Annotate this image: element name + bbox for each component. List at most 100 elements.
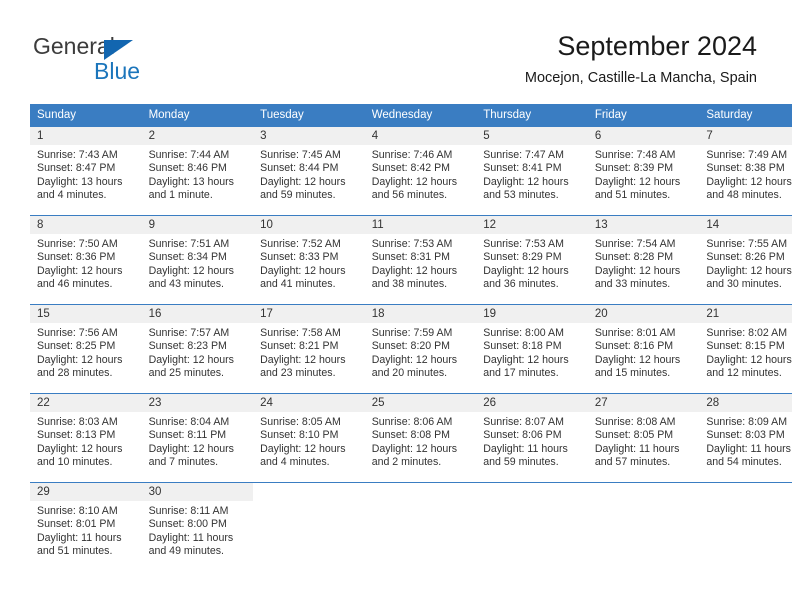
daylight-text-line2: and 59 minutes. bbox=[483, 456, 559, 469]
sunset-text: Sunset: 8:08 PM bbox=[371, 429, 451, 442]
calendar-day-cell[interactable]: 7 Sunrise: 7:49 AM Sunset: 8:38 PM Dayli… bbox=[699, 126, 792, 215]
sunrise-text: Sunrise: 7:57 AM bbox=[148, 327, 230, 339]
calendar-day-cell[interactable]: 15 Sunrise: 7:56 AM Sunset: 8:25 PM Dayl… bbox=[30, 304, 142, 393]
day-details: Sunrise: 7:46 AM Sunset: 8:42 PM Dayligh… bbox=[365, 145, 477, 203]
daylight-text-line2: and 41 minutes. bbox=[260, 278, 336, 291]
sunset-text: Sunset: 8:06 PM bbox=[483, 429, 562, 442]
daylight-text-line1: Daylight: 13 hours bbox=[37, 175, 123, 188]
daylight-text-line2: and 51 minutes. bbox=[37, 545, 113, 558]
daylight-text-line2: and 28 minutes. bbox=[37, 367, 113, 380]
calendar-day-cell[interactable]: 3 Sunrise: 7:45 AM Sunset: 8:44 PM Dayli… bbox=[253, 126, 365, 215]
day-number: 30 bbox=[141, 483, 254, 501]
calendar-day-cell[interactable]: 23 Sunrise: 8:04 AM Sunset: 8:11 PM Dayl… bbox=[141, 393, 254, 482]
daylight-text-line1: Daylight: 12 hours bbox=[37, 353, 123, 366]
sunrise-text: Sunrise: 7:48 AM bbox=[594, 149, 676, 161]
sunset-text: Sunset: 8:38 PM bbox=[706, 162, 785, 175]
sunset-text: Sunset: 8:44 PM bbox=[260, 162, 339, 175]
daylight-text-line2: and 17 minutes. bbox=[483, 367, 559, 380]
daylight-text-line2: and 57 minutes. bbox=[594, 456, 671, 469]
sunrise-text: Sunrise: 8:10 AM bbox=[37, 505, 118, 517]
calendar-day-cell[interactable]: 18 Sunrise: 7:59 AM Sunset: 8:20 PM Dayl… bbox=[364, 304, 477, 393]
sunset-text: Sunset: 8:42 PM bbox=[371, 162, 451, 175]
page-subtitle: Mocejon, Castille-La Mancha, Spain bbox=[524, 70, 757, 86]
calendar-day-cell[interactable]: 14 Sunrise: 7:55 AM Sunset: 8:26 PM Dayl… bbox=[699, 215, 792, 304]
daylight-text-line2: and 15 minutes. bbox=[594, 367, 671, 380]
calendar-empty-cell bbox=[253, 482, 365, 571]
daylight-text-line1: Daylight: 12 hours bbox=[371, 353, 458, 366]
sunset-text: Sunset: 8:26 PM bbox=[706, 251, 785, 264]
calendar-day-cell[interactable]: 8 Sunrise: 7:50 AM Sunset: 8:36 PM Dayli… bbox=[30, 215, 142, 304]
calendar-day-cell[interactable]: 16 Sunrise: 7:57 AM Sunset: 8:23 PM Dayl… bbox=[141, 304, 254, 393]
sunrise-text: Sunrise: 8:01 AM bbox=[594, 327, 676, 339]
calendar-day-cell[interactable]: 1 Sunrise: 7:43 AM Sunset: 8:47 PM Dayli… bbox=[30, 126, 142, 215]
calendar-day-cell[interactable]: 17 Sunrise: 7:58 AM Sunset: 8:21 PM Dayl… bbox=[253, 304, 365, 393]
day-number: 24 bbox=[253, 394, 365, 412]
day-number bbox=[587, 483, 700, 501]
day-details: Sunrise: 8:01 AM Sunset: 8:16 PM Dayligh… bbox=[588, 323, 700, 381]
title-block: September 2024 Mocejon, Castille-La Manc… bbox=[525, 30, 757, 87]
calendar-day-cell[interactable]: 25 Sunrise: 8:06 AM Sunset: 8:08 PM Dayl… bbox=[364, 393, 477, 482]
day-number: 4 bbox=[364, 127, 477, 145]
calendar-day-cell[interactable]: 2 Sunrise: 7:44 AM Sunset: 8:46 PM Dayli… bbox=[141, 126, 254, 215]
calendar-day-cell[interactable]: 9 Sunrise: 7:51 AM Sunset: 8:34 PM Dayli… bbox=[141, 215, 254, 304]
day-details: Sunrise: 8:04 AM Sunset: 8:11 PM Dayligh… bbox=[142, 412, 254, 470]
sunrise-text: Sunrise: 7:55 AM bbox=[706, 238, 788, 250]
calendar-day-cell[interactable]: 10 Sunrise: 7:52 AM Sunset: 8:33 PM Dayl… bbox=[253, 215, 365, 304]
calendar-week-row: 15 Sunrise: 7:56 AM Sunset: 8:25 PM Dayl… bbox=[30, 304, 792, 393]
day-details: Sunrise: 8:05 AM Sunset: 8:10 PM Dayligh… bbox=[253, 412, 365, 470]
calendar-day-cell[interactable]: 5 Sunrise: 7:47 AM Sunset: 8:41 PM Dayli… bbox=[476, 126, 588, 215]
calendar-day-cell[interactable]: 19 Sunrise: 8:00 AM Sunset: 8:18 PM Dayl… bbox=[476, 304, 588, 393]
sunrise-text: Sunrise: 7:53 AM bbox=[371, 238, 453, 250]
calendar-day-cell[interactable]: 24 Sunrise: 8:05 AM Sunset: 8:10 PM Dayl… bbox=[253, 393, 365, 482]
sunrise-sunset-calendar: Sunday Monday Tuesday Wednesday Thursday… bbox=[30, 104, 792, 571]
sunset-text: Sunset: 8:15 PM bbox=[706, 340, 785, 353]
calendar-day-cell[interactable]: 11 Sunrise: 7:53 AM Sunset: 8:31 PM Dayl… bbox=[364, 215, 477, 304]
logo-text-general: General bbox=[33, 33, 115, 59]
daylight-text-line1: Daylight: 12 hours bbox=[594, 264, 681, 277]
day-number: 12 bbox=[476, 216, 588, 234]
daylight-text-line2: and 12 minutes. bbox=[706, 367, 782, 380]
sunrise-text: Sunrise: 8:06 AM bbox=[371, 416, 453, 428]
calendar-week-row: 8 Sunrise: 7:50 AM Sunset: 8:36 PM Dayli… bbox=[30, 215, 792, 304]
daylight-text-line1: Daylight: 11 hours bbox=[594, 442, 680, 455]
sunset-text: Sunset: 8:41 PM bbox=[483, 162, 562, 175]
daylight-text-line1: Daylight: 11 hours bbox=[706, 442, 791, 455]
day-details: Sunrise: 8:03 AM Sunset: 8:13 PM Dayligh… bbox=[30, 412, 142, 470]
calendar-day-cell[interactable]: 20 Sunrise: 8:01 AM Sunset: 8:16 PM Dayl… bbox=[587, 304, 700, 393]
day-details: Sunrise: 8:10 AM Sunset: 8:01 PM Dayligh… bbox=[30, 501, 142, 559]
day-details: Sunrise: 7:56 AM Sunset: 8:25 PM Dayligh… bbox=[30, 323, 142, 381]
day-details: Sunrise: 7:50 AM Sunset: 8:36 PM Dayligh… bbox=[30, 234, 142, 292]
calendar-day-cell[interactable]: 4 Sunrise: 7:46 AM Sunset: 8:42 PM Dayli… bbox=[364, 126, 477, 215]
day-details: Sunrise: 7:58 AM Sunset: 8:21 PM Dayligh… bbox=[253, 323, 365, 381]
day-details: Sunrise: 7:43 AM Sunset: 8:47 PM Dayligh… bbox=[30, 145, 142, 203]
day-details: Sunrise: 7:49 AM Sunset: 8:38 PM Dayligh… bbox=[699, 145, 792, 203]
calendar-empty-cell bbox=[476, 482, 588, 571]
logo-triangle-icon bbox=[104, 40, 133, 60]
day-details: Sunrise: 7:53 AM Sunset: 8:31 PM Dayligh… bbox=[365, 234, 477, 292]
calendar-day-cell[interactable]: 12 Sunrise: 7:53 AM Sunset: 8:29 PM Dayl… bbox=[476, 215, 588, 304]
weekday-header-tuesday: Tuesday bbox=[253, 104, 365, 126]
sunrise-text: Sunrise: 7:49 AM bbox=[706, 149, 788, 161]
daylight-text-line2: and 10 minutes. bbox=[37, 456, 113, 469]
sunset-text: Sunset: 8:00 PM bbox=[148, 518, 227, 531]
calendar-empty-cell bbox=[699, 482, 792, 571]
calendar-day-cell[interactable]: 28 Sunrise: 8:09 AM Sunset: 8:03 PM Dayl… bbox=[699, 393, 792, 482]
day-number bbox=[253, 483, 365, 501]
day-details: Sunrise: 7:47 AM Sunset: 8:41 PM Dayligh… bbox=[476, 145, 588, 203]
calendar-day-cell[interactable]: 6 Sunrise: 7:48 AM Sunset: 8:39 PM Dayli… bbox=[587, 126, 700, 215]
daylight-text-line1: Daylight: 12 hours bbox=[148, 442, 234, 455]
calendar-day-cell[interactable]: 30 Sunrise: 8:11 AM Sunset: 8:00 PM Dayl… bbox=[141, 482, 254, 571]
calendar-day-cell[interactable]: 26 Sunrise: 8:07 AM Sunset: 8:06 PM Dayl… bbox=[476, 393, 588, 482]
daylight-text-line1: Daylight: 12 hours bbox=[594, 353, 681, 366]
calendar-day-cell[interactable]: 22 Sunrise: 8:03 AM Sunset: 8:13 PM Dayl… bbox=[30, 393, 142, 482]
sunrise-text: Sunrise: 8:02 AM bbox=[706, 327, 788, 339]
calendar-day-cell[interactable]: 21 Sunrise: 8:02 AM Sunset: 8:15 PM Dayl… bbox=[699, 304, 792, 393]
daylight-text-line1: Daylight: 12 hours bbox=[260, 442, 346, 455]
daylight-text-line1: Daylight: 12 hours bbox=[371, 175, 458, 188]
sunrise-text: Sunrise: 7:45 AM bbox=[260, 149, 341, 161]
calendar-day-cell[interactable]: 13 Sunrise: 7:54 AM Sunset: 8:28 PM Dayl… bbox=[587, 215, 700, 304]
daylight-text-line1: Daylight: 11 hours bbox=[148, 531, 234, 544]
calendar-day-cell[interactable]: 29 Sunrise: 8:10 AM Sunset: 8:01 PM Dayl… bbox=[30, 482, 142, 571]
daylight-text-line2: and 33 minutes. bbox=[594, 278, 671, 291]
calendar-day-cell[interactable]: 27 Sunrise: 8:08 AM Sunset: 8:05 PM Dayl… bbox=[587, 393, 700, 482]
